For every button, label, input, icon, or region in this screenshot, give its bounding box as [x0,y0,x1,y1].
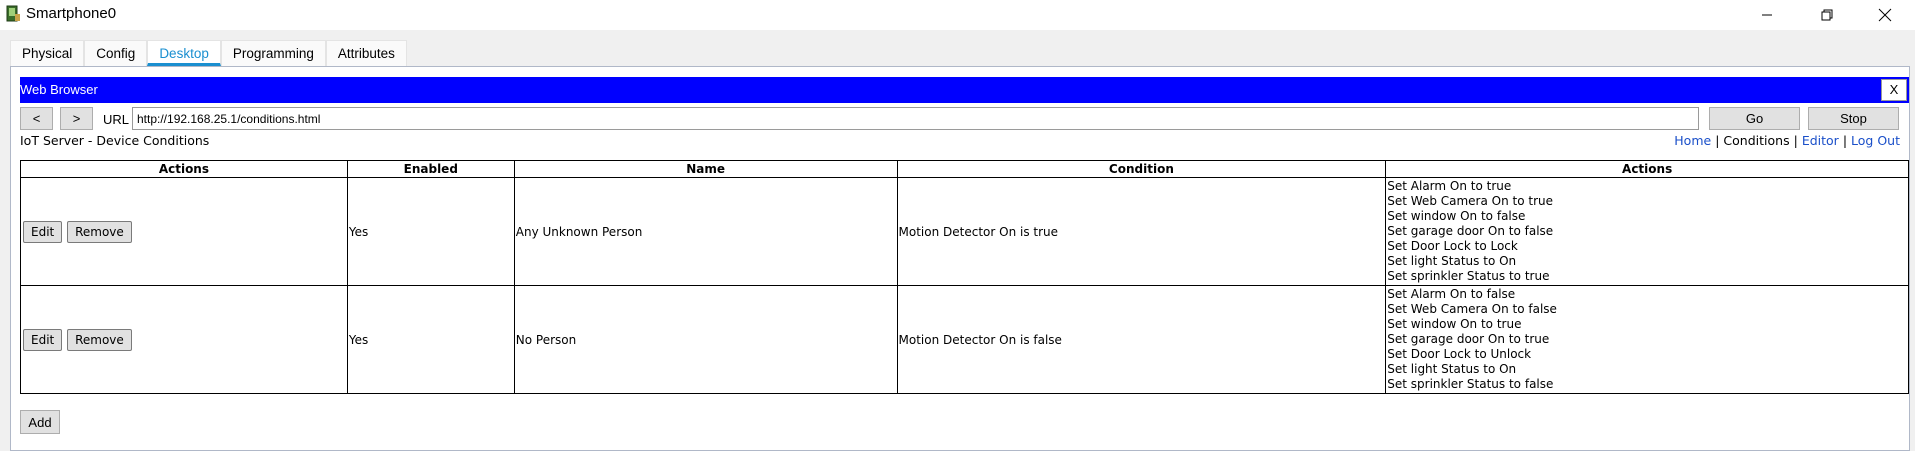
title-bar: Smartphone0 [0,0,1915,30]
tab-programming[interactable]: Programming [220,40,326,66]
close-browser-button[interactable]: X [1881,79,1907,101]
condition-cell: Motion Detector On is false [896,285,1387,394]
web-browser-title: Web Browser [20,82,98,97]
action-item: Set garage door On to false [1387,224,1554,238]
url-label: URL [103,112,130,127]
action-item: Set Web Camera On to false [1387,302,1557,316]
action-item: Set sprinkler Status to false [1387,377,1554,391]
page-title: IoT Server - Device Conditions [20,133,210,148]
action-item: Set garage door On to true [1387,332,1550,346]
conditions-link-current: Conditions [1723,133,1790,148]
remove-button[interactable]: Remove [67,328,132,351]
column-header-actions: Actions [20,160,348,178]
action-item: Set light Status to On [1387,362,1517,376]
close-icon [1878,8,1892,22]
actions-list-cell: Set Alarm On to true Set Web Camera On t… [1385,177,1909,286]
desktop-panel: Web Browser X < > URL Go Stop IoT Server… [10,66,1910,451]
tab-attributes[interactable]: Attributes [325,40,407,66]
tab-physical[interactable]: Physical [10,40,85,66]
forward-button[interactable]: > [60,107,93,130]
action-item: Set window On to true [1387,317,1522,331]
table-header-row: Actions Enabled Name Condition Actions [20,160,1909,178]
name-cell: No Person [513,285,898,394]
name-cell: Any Unknown Person [513,177,898,286]
column-header-actions-list: Actions [1385,160,1909,178]
logout-link[interactable]: Log Out [1851,133,1900,148]
actions-list-cell: Set Alarm On to false Set Web Camera On … [1385,285,1909,394]
restore-icon [1821,9,1833,21]
row-buttons-cell: Edit Remove [20,285,348,394]
close-window-button[interactable] [1862,0,1908,30]
remove-button[interactable]: Remove [67,220,132,243]
edit-button[interactable]: Edit [23,220,63,243]
editor-link[interactable]: Editor [1802,133,1839,148]
web-browser-header: Web Browser X [20,77,1909,103]
action-item: Set sprinkler Status to true [1387,269,1550,283]
action-item: Set Alarm On to false [1387,287,1516,301]
url-input[interactable] [132,107,1699,130]
action-item: Set window On to false [1387,209,1526,223]
enabled-cell: Yes [346,177,515,286]
add-condition-button[interactable]: Add [20,410,60,434]
window-title: Smartphone0 [26,5,117,22]
restore-button[interactable] [1804,0,1850,30]
table-row: Edit Remove Yes Any Unknown Person Motio… [20,177,1909,286]
action-item: Set light Status to On [1387,254,1517,268]
smartphone-app-icon [6,5,20,22]
back-button[interactable]: < [20,107,53,130]
minimize-button[interactable] [1744,0,1790,30]
tab-desktop[interactable]: Desktop [147,40,221,66]
action-item: Set Web Camera On to true [1387,194,1554,208]
column-header-name: Name [513,160,898,178]
action-item: Set Door Lock to Unlock [1387,347,1532,361]
edit-button[interactable]: Edit [23,328,63,351]
tab-bar: Physical Config Desktop Programming Attr… [10,40,407,66]
column-header-enabled: Enabled [346,160,515,178]
go-button[interactable]: Go [1709,107,1800,130]
tab-config[interactable]: Config [84,40,148,66]
condition-cell: Motion Detector On is true [896,177,1387,286]
action-item: Set Alarm On to true [1387,179,1512,193]
minimize-icon [1762,14,1772,16]
enabled-cell: Yes [346,285,515,394]
column-header-condition: Condition [896,160,1387,178]
conditions-table: Actions Enabled Name Condition Actions E… [20,160,1909,394]
table-row: Edit Remove Yes No Person Motion Detecto… [20,285,1909,394]
top-nav-links: Home | Conditions | Editor | Log Out [1674,133,1900,148]
action-item: Set Door Lock to Lock [1387,239,1518,253]
row-buttons-cell: Edit Remove [20,177,348,286]
home-link[interactable]: Home [1674,133,1711,148]
stop-button[interactable]: Stop [1808,107,1899,130]
